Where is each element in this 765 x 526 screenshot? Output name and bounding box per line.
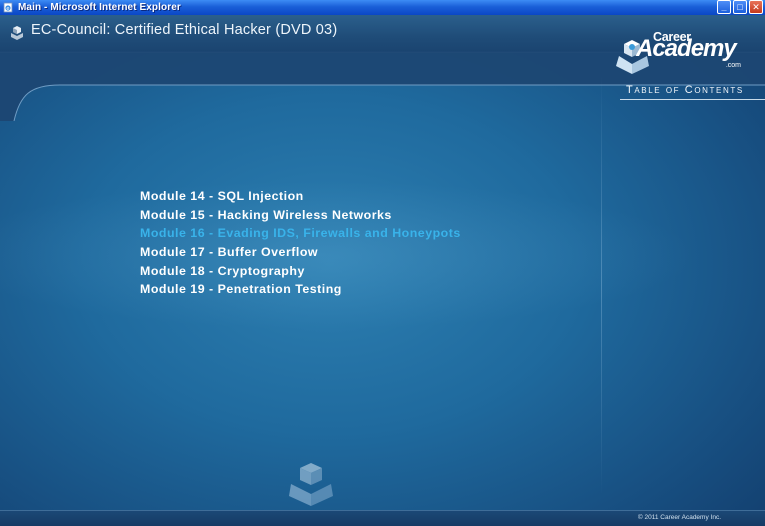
toc-heading: Table of Contents	[626, 84, 744, 96]
minimize-button[interactable]: _	[717, 0, 731, 14]
logo-academy-text: Academy	[636, 35, 737, 62]
logo-com-text: .com	[725, 62, 741, 69]
module-item-18[interactable]: Module 18 - Cryptography	[140, 264, 461, 283]
svg-text:e: e	[6, 6, 9, 12]
app-canvas: EC-Council: Certified Ethical Hacker (DV…	[0, 15, 765, 526]
career-academy-logo[interactable]: Career Academy .com	[613, 30, 753, 82]
copyright-text: © 2011 Career Academy Inc.	[637, 514, 721, 521]
module-item-14[interactable]: Module 14 - SQL Injection	[140, 189, 461, 208]
window-titlebar: e Main - Microsoft Internet Explorer _ □…	[0, 0, 765, 15]
module-list: Module 14 - SQL Injection Module 15 - Ha…	[140, 189, 461, 301]
footer-bar: © 2011 Career Academy Inc.	[0, 510, 765, 526]
maximize-button[interactable]: □	[733, 0, 747, 14]
app-title: EC-Council: Certified Ethical Hacker (DV…	[31, 22, 338, 38]
toc-rule	[620, 99, 765, 100]
module-item-19[interactable]: Module 19 - Penetration Testing	[140, 282, 461, 301]
ie-page-icon: e	[3, 2, 13, 13]
watermark-cube-icon	[289, 463, 333, 506]
close-button[interactable]: ✕	[749, 0, 763, 14]
module-item-15[interactable]: Module 15 - Hacking Wireless Networks	[140, 208, 461, 227]
panel-divider	[601, 75, 602, 495]
cube-book-icon	[11, 26, 23, 40]
window-title: Main - Microsoft Internet Explorer	[18, 2, 181, 13]
module-item-16[interactable]: Module 16 - Evading IDS, Firewalls and H…	[140, 226, 461, 245]
window-controls: _ □ ✕	[717, 0, 763, 14]
module-item-17[interactable]: Module 17 - Buffer Overflow	[140, 245, 461, 264]
